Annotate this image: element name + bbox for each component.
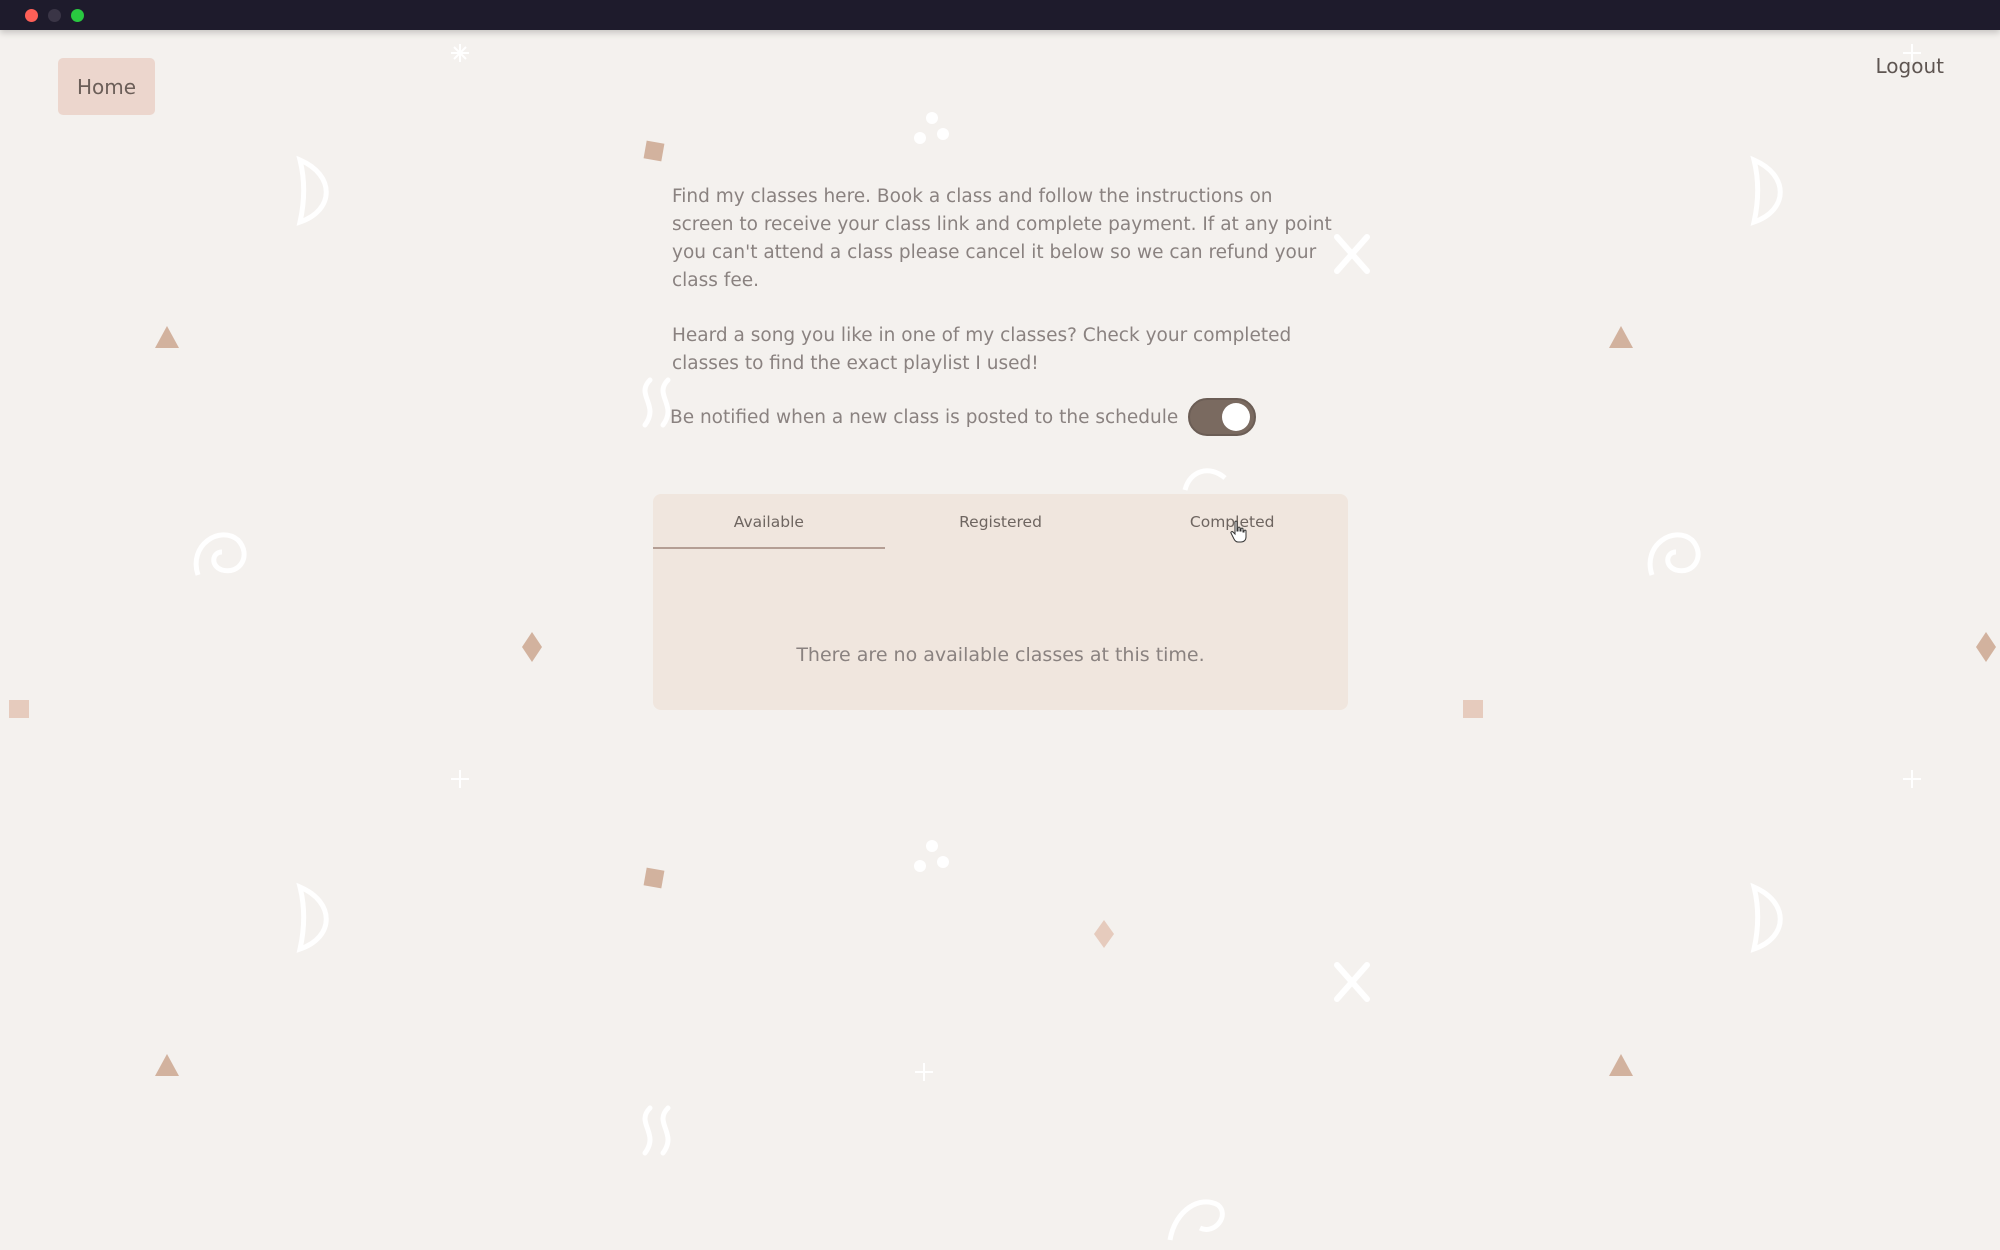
- dots-icon: [914, 112, 949, 144]
- square-icon: [643, 140, 665, 162]
- notify-label: Be notified when a new class is posted t…: [670, 406, 1179, 428]
- window-titlebar: [0, 0, 2000, 30]
- squiggle-icon: [642, 377, 671, 428]
- moon-icon: [1750, 882, 1783, 953]
- squiggle-icon: [642, 1105, 671, 1156]
- toggle-knob: [1222, 403, 1251, 431]
- tab-registered[interactable]: Registered: [885, 494, 1117, 549]
- dots-icon: [914, 840, 949, 872]
- diamond-icon: [1976, 632, 1996, 662]
- notify-setting: Be notified when a new class is posted t…: [670, 398, 1257, 436]
- moon-icon: [1750, 155, 1783, 226]
- x-icon: [1334, 962, 1370, 1002]
- diamond-icon: [522, 632, 542, 662]
- close-window-button[interactable]: [25, 9, 38, 22]
- diamond-icon: [1094, 920, 1114, 948]
- triangle-icon: [155, 1054, 179, 1076]
- intro-paragraph-playlist: Heard a song you like in one of my class…: [672, 325, 1292, 374]
- empty-state-message: There are no available classes at this t…: [796, 644, 1205, 666]
- swirl-icon: [1167, 1199, 1225, 1241]
- minimize-window-button[interactable]: [48, 9, 61, 22]
- sparkle-icon: [451, 770, 469, 788]
- square-icon: [643, 867, 665, 889]
- moon-icon: [296, 882, 329, 953]
- sparkle-icon: [915, 1063, 933, 1081]
- square-icon: [1463, 700, 1483, 718]
- logout-link[interactable]: Logout: [1876, 54, 1944, 78]
- swirl-icon: [193, 532, 247, 576]
- sparkle-icon: [451, 44, 469, 62]
- swirl-icon: [1182, 468, 1227, 491]
- pointer-cursor-icon: [1230, 520, 1247, 543]
- swirl-icon: [1647, 532, 1701, 576]
- triangle-icon: [1609, 1054, 1633, 1076]
- square-icon: [9, 700, 29, 718]
- tab-available[interactable]: Available: [653, 494, 885, 549]
- sparkle-icon: [1903, 770, 1921, 788]
- home-button[interactable]: Home: [58, 58, 155, 115]
- triangle-icon: [155, 326, 179, 348]
- maximize-window-button[interactable]: [71, 9, 84, 22]
- notify-toggle[interactable]: [1188, 398, 1257, 436]
- intro-paragraph-booking: Find my classes here. Book a class and f…: [672, 186, 1332, 291]
- intro-text: Find my classes here. Book a class and f…: [672, 183, 1332, 405]
- x-icon: [1334, 234, 1370, 274]
- triangle-icon: [1609, 326, 1633, 348]
- moon-icon: [296, 155, 329, 226]
